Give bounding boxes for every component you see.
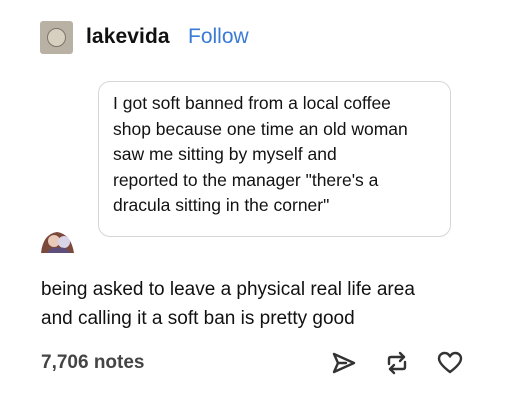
avatar-face-icon (47, 28, 66, 47)
share-icon[interactable] (331, 350, 357, 376)
follow-button[interactable]: Follow (188, 25, 249, 49)
notes-count[interactable]: 7,706 notes (41, 352, 145, 374)
reblog-icon[interactable] (384, 350, 410, 376)
author-username[interactable]: lakevida (86, 25, 170, 49)
response-text: being asked to leave a physical real lif… (41, 279, 415, 329)
like-heart-icon[interactable] (437, 350, 463, 376)
ask-box: I got soft banned from a local coffee sh… (98, 81, 451, 237)
ask-text: I got soft banned from a local coffee sh… (113, 93, 408, 215)
asker-avatar[interactable] (41, 228, 75, 253)
author-avatar[interactable] (40, 21, 73, 54)
